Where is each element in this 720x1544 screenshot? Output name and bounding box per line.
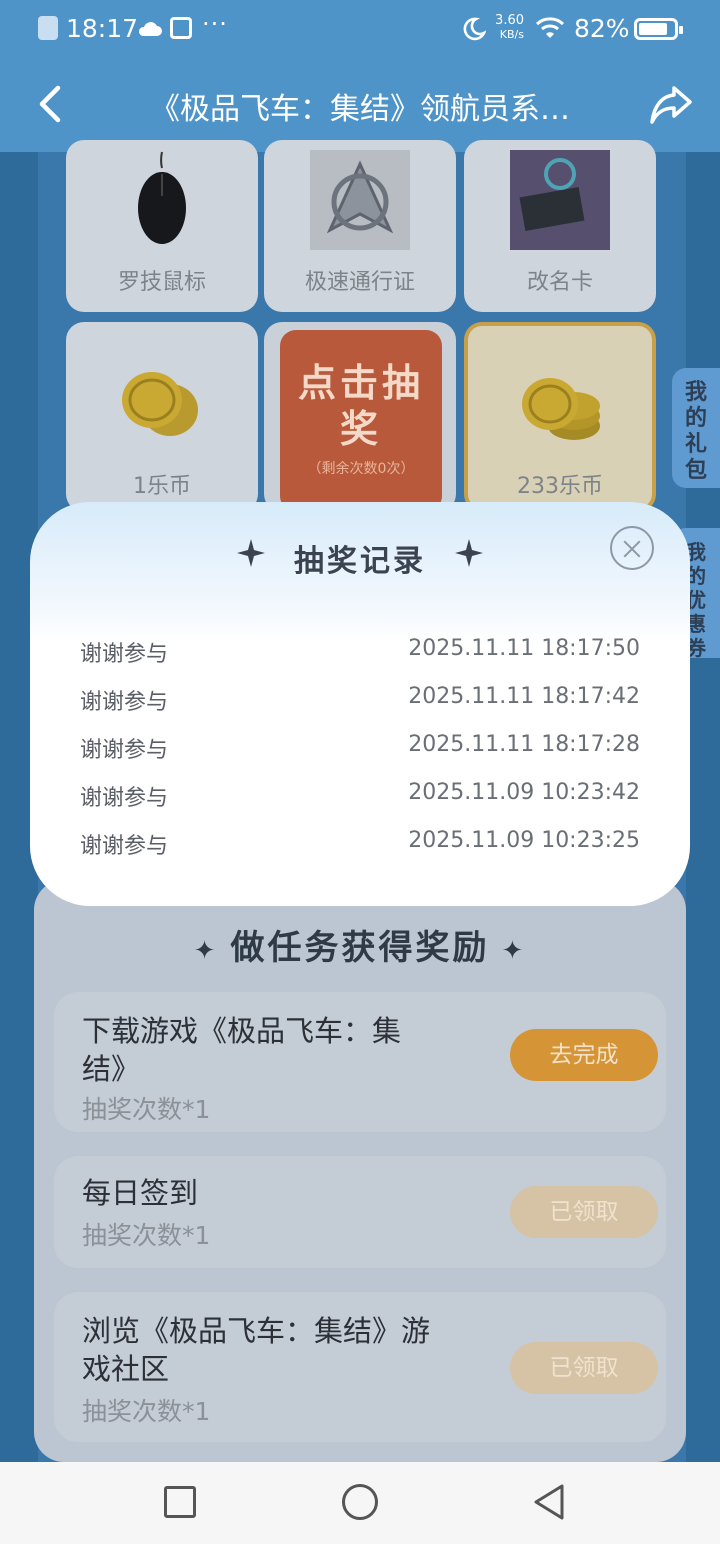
sparkle-icon	[455, 539, 483, 567]
record-row: 谢谢参与 2025.11.11 18:17:42	[80, 676, 640, 716]
close-icon[interactable]	[610, 526, 654, 570]
record-row: 谢谢参与 2025.11.09 10:23:42	[80, 772, 640, 812]
network-speed: 3.60 KB/s	[495, 13, 524, 42]
record-row: 谢谢参与 2025.11.09 10:23:25	[80, 820, 640, 860]
prize-label: 1乐币	[133, 474, 191, 499]
task-reward: 抽奖次数*1	[82, 1095, 211, 1124]
record-result: 谢谢参与	[80, 834, 169, 859]
record-result: 谢谢参与	[80, 786, 169, 811]
wifi-icon	[535, 17, 565, 38]
battery-level	[639, 23, 667, 35]
status-bar: 18:17 ··· 3.60 KB/s 82%	[0, 0, 720, 58]
record-time: 2025.11.09 10:23:42	[408, 780, 640, 805]
top-bar: 18:17 ··· 3.60 KB/s 82% 《极品飞车：集结》领航员系…	[0, 0, 720, 152]
record-time: 2025.11.11 18:17:28	[408, 732, 640, 757]
prize-coin-1: 1乐币	[66, 322, 258, 512]
draw-remaining: （剩余次数0次）	[307, 461, 415, 477]
cloud-icon	[138, 22, 162, 36]
nav-bar: 《极品飞车：集结》领航员系…	[0, 58, 720, 152]
record-result: 谢谢参与	[80, 690, 169, 715]
record-time: 2025.11.11 18:17:50	[408, 636, 640, 661]
prize-coin-233: 233乐币	[464, 322, 656, 512]
prize-label: 改名卡	[526, 270, 593, 295]
prize-label: 极速通行证	[304, 270, 415, 295]
prize-pass: 极速通行证	[264, 140, 456, 312]
task-section-title: ✦ 做任务获得奖励 ✦	[193, 928, 527, 968]
task-item: 浏览《极品飞车：集结》游戏社区 抽奖次数*1 已领取	[54, 1292, 666, 1442]
task-panel: ✦ 做任务获得奖励 ✦ 下载游戏《极品飞车：集结》 抽奖次数*1 去完成 每日签…	[34, 880, 686, 1462]
task-claimed-button[interactable]: 已领取	[510, 1342, 658, 1394]
record-time: 2025.11.09 10:23:25	[408, 828, 640, 853]
rename-card-icon	[510, 150, 610, 250]
share-icon[interactable]	[648, 82, 694, 126]
system-nav-bar	[0, 1462, 720, 1544]
home-icon[interactable]	[342, 1484, 378, 1520]
sim-icon	[170, 17, 192, 39]
prize-label: 233乐币	[517, 474, 603, 499]
modal-title: 抽奖记录	[294, 544, 426, 579]
speed-pass-icon	[310, 150, 410, 250]
coin-stack-icon	[522, 378, 600, 440]
back-arrow-icon[interactable]	[30, 82, 70, 126]
task-reward: 抽奖次数*1	[82, 1397, 211, 1426]
prize-mouse: 罗技鼠标	[66, 140, 258, 312]
draw-record-modal: 抽奖记录 谢谢参与 2025.11.11 18:17:50 谢谢参与 2025.…	[30, 502, 690, 906]
battery-percent: 82%	[574, 14, 630, 43]
moon-icon	[463, 17, 486, 41]
mouse-icon	[138, 151, 186, 244]
more-status-icon: ···	[202, 10, 228, 38]
task-go-button[interactable]: 去完成	[510, 1029, 658, 1081]
battery-icon	[634, 18, 683, 40]
record-result: 谢谢参与	[80, 738, 169, 763]
task-name: 下载游戏《极品飞车：集结》	[82, 1014, 402, 1086]
my-gift-tab[interactable]: 我的礼包	[672, 368, 720, 488]
back-triangle-icon[interactable]	[530, 1482, 568, 1522]
draw-button-label: 点击抽奖	[297, 361, 424, 451]
draw-button[interactable]: 点击抽奖 （剩余次数0次）	[264, 322, 456, 512]
recent-apps-icon[interactable]	[164, 1486, 196, 1518]
task-item: 每日签到 抽奖次数*1 已领取	[54, 1156, 666, 1268]
record-row: 谢谢参与 2025.11.11 18:17:28	[80, 724, 640, 764]
task-claimed-button[interactable]: 已领取	[510, 1186, 658, 1238]
record-time: 2025.11.11 18:17:42	[408, 684, 640, 709]
record-result: 谢谢参与	[80, 642, 169, 667]
draw-button-face: 点击抽奖 （剩余次数0次）	[280, 330, 442, 512]
notification-icon	[38, 16, 58, 40]
status-time: 18:17	[66, 14, 139, 43]
page-title: 《极品飞车：集结》领航员系…	[150, 92, 570, 127]
prize-rename-card: 改名卡	[464, 140, 656, 312]
task-name: 浏览《极品飞车：集结》游戏社区	[82, 1314, 431, 1386]
coin-icon	[122, 372, 198, 436]
task-name: 每日签到	[82, 1176, 199, 1210]
task-item: 下载游戏《极品飞车：集结》 抽奖次数*1 去完成	[54, 992, 666, 1132]
prize-label: 罗技鼠标	[117, 270, 206, 295]
record-row: 谢谢参与 2025.11.11 18:17:50	[80, 628, 640, 668]
task-reward: 抽奖次数*1	[82, 1221, 211, 1250]
